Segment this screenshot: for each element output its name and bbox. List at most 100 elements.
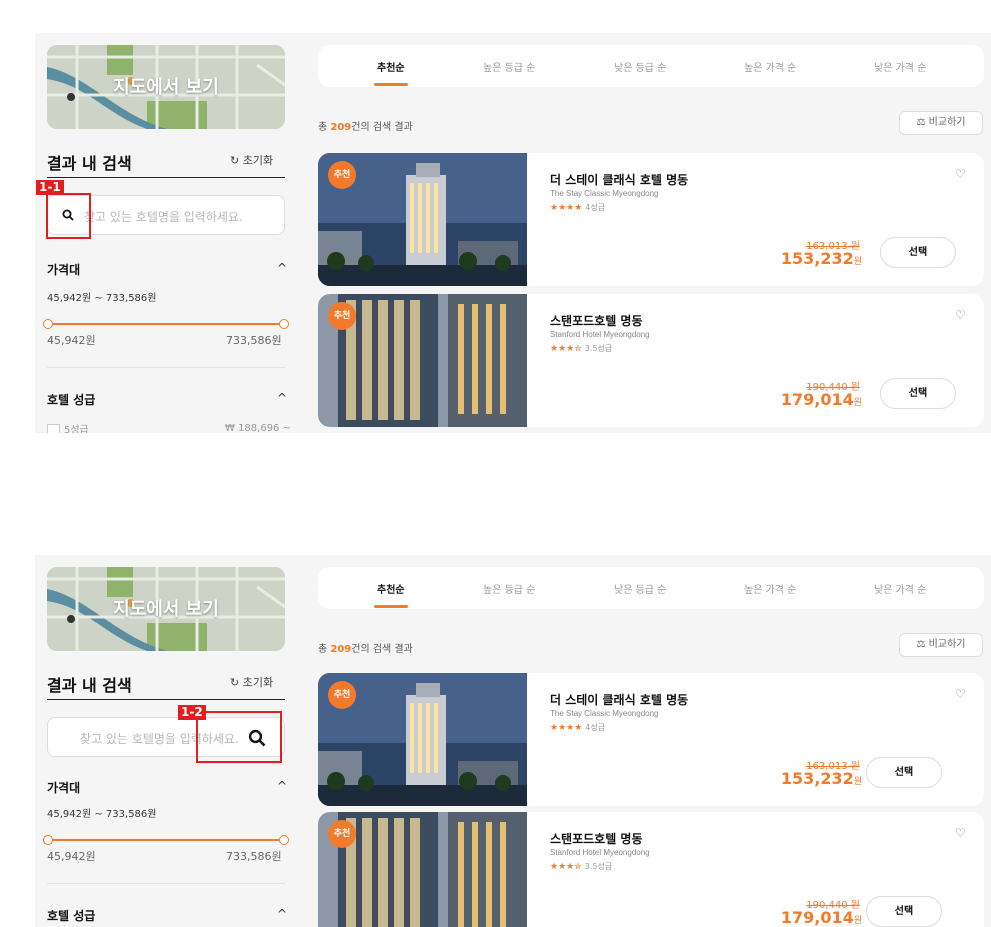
- tab-grade-high[interactable]: 높은 등급 순: [483, 59, 535, 74]
- price-max-label: 733,586원: [226, 334, 282, 347]
- hotel-card[interactable]: 추천 더 스테이 클래식 호텔 명동 The Stay Classic Myeo…: [318, 673, 984, 806]
- star-icons: ★★★✮: [550, 344, 582, 354]
- hotel-grade: 4성급: [585, 723, 606, 732]
- hotel-search-panel-1: 지도에서 보기 결과 내 검색 ↻ 초기화 찾고 있는 호텔명을 입력하세요. …: [35, 33, 991, 433]
- price-slider-max-handle[interactable]: [279, 835, 289, 845]
- map-view-label: 지도에서 보기: [113, 599, 219, 620]
- grade-section-title: 호텔 성급: [47, 909, 96, 923]
- price-min-label: 45,942원: [47, 850, 96, 863]
- hotel-card[interactable]: 추천 스탠포드호텔 명동 Stanford Hotel Myeongdong ★…: [318, 812, 984, 927]
- sort-tabs: 추천순 높은 등급 순 낮은 등급 순 높은 가격 순 낮은 가격 순: [318, 567, 984, 609]
- refresh-icon: ↻: [230, 676, 240, 689]
- annotation-label-1-1: 1-1: [36, 180, 64, 195]
- result-count: 총 209건의 검색 결과: [318, 644, 413, 655]
- select-button[interactable]: 선택: [880, 237, 956, 268]
- tab-price-low[interactable]: 낮은 가격 순: [874, 59, 926, 74]
- hotel-name-en: The Stay Classic Myeongdong: [550, 189, 659, 198]
- hotel-name-en: The Stay Classic Myeongdong: [550, 709, 659, 718]
- sort-tabs: 추천순 높은 등급 순 낮은 등급 순 높은 가격 순 낮은 가격 순: [318, 45, 984, 87]
- hotel-photo: 추천: [318, 153, 527, 286]
- price-slider[interactable]: [43, 835, 289, 845]
- tab-grade-low[interactable]: 낮은 등급 순: [614, 59, 666, 74]
- hotel-name: 스탠포드호텔 명동: [550, 832, 643, 846]
- hotel-card[interactable]: 추천 더 스테이 클래식 호텔 명동 The Stay Classic Myeo…: [318, 153, 984, 286]
- sale-price: 153,232원: [780, 769, 862, 788]
- map-view-label: 지도에서 보기: [113, 77, 219, 98]
- hotel-rating: ★★★★ 4성급: [550, 722, 605, 733]
- tab-grade-high[interactable]: 높은 등급 순: [483, 581, 535, 596]
- tab-grade-low[interactable]: 낮은 등급 순: [614, 581, 666, 596]
- chevron-up-icon[interactable]: ^: [277, 779, 287, 793]
- price-range-text: 45,942원 ~ 733,586원: [47, 809, 157, 820]
- hotel-card[interactable]: 추천 스탠포드호텔 명동 Stanford Hotel Myeongdong ★…: [318, 294, 984, 427]
- annotation-box-1-1: [46, 193, 91, 239]
- price-section-title: 가격대: [47, 263, 81, 277]
- active-tab-indicator: [374, 605, 408, 608]
- hotel-name-en: Stanford Hotel Myeongdong: [550, 330, 650, 339]
- sale-price: 179,014원: [780, 908, 862, 927]
- hotel-photo: 추천: [318, 294, 527, 427]
- price-min-label: 45,942원: [47, 334, 96, 347]
- select-button[interactable]: 선택: [866, 757, 942, 788]
- chevron-up-icon[interactable]: ^: [277, 907, 287, 921]
- reset-button[interactable]: ↻ 초기화: [230, 152, 273, 168]
- star-icons: ★★★✮: [550, 862, 582, 872]
- result-count: 총 209건의 검색 결과: [318, 122, 413, 133]
- heart-icon[interactable]: ♡: [955, 687, 966, 701]
- hotel-photo: 추천: [318, 673, 527, 806]
- heart-icon[interactable]: ♡: [955, 308, 966, 322]
- compare-button[interactable]: ⚖ 비교하기: [899, 633, 983, 657]
- map-view-button[interactable]: 지도에서 보기: [47, 567, 285, 651]
- hotel-rating: ★★★✮ 3.5성급: [550, 343, 612, 354]
- star-icons: ★★★★: [550, 203, 583, 213]
- hotel-search-panel-2: 지도에서 보기 결과 내 검색 ↻ 초기화 찾고 있는 호텔명을 입력하세요. …: [35, 555, 991, 927]
- grade-section-title: 호텔 성급: [47, 393, 96, 407]
- result-count-number: 209: [330, 122, 352, 133]
- select-button[interactable]: 선택: [880, 378, 956, 409]
- price-slider-min-handle[interactable]: [43, 835, 53, 845]
- scale-icon: ⚖: [916, 117, 926, 128]
- hotel-name: 스탠포드호텔 명동: [550, 314, 643, 328]
- checkbox[interactable]: [47, 423, 60, 433]
- star-icons: ★★★★: [550, 723, 583, 733]
- map-view-button[interactable]: 지도에서 보기: [47, 45, 285, 129]
- grade-option-price: ₩ 188,696 ~: [225, 423, 291, 433]
- chevron-up-icon[interactable]: ^: [277, 391, 287, 405]
- hotel-rating: ★★★★ 4성급: [550, 202, 605, 213]
- tab-price-high[interactable]: 높은 가격 순: [744, 581, 796, 596]
- chevron-up-icon[interactable]: ^: [277, 261, 287, 275]
- price-section-title: 가격대: [47, 781, 81, 795]
- select-button[interactable]: 선택: [866, 896, 942, 927]
- section-divider: [47, 367, 285, 368]
- sidebar-title-divider: [47, 177, 285, 178]
- compare-label: 비교하기: [928, 117, 966, 128]
- compare-button[interactable]: ⚖ 비교하기: [899, 111, 983, 135]
- tab-price-low[interactable]: 낮은 가격 순: [874, 581, 926, 596]
- recommended-badge: 추천: [328, 820, 356, 848]
- hotel-rating: ★★★✮ 3.5성급: [550, 861, 612, 872]
- search-placeholder: 찾고 있는 호텔명을 입력하세요.: [84, 210, 243, 224]
- hotel-grade: 3.5성급: [584, 862, 613, 871]
- recommended-badge: 추천: [328, 161, 356, 189]
- hotel-photo: 추천: [318, 812, 527, 927]
- grade-option-5star[interactable]: 5성급: [47, 421, 89, 433]
- heart-icon[interactable]: ♡: [955, 167, 966, 181]
- reset-label: 초기화: [242, 154, 274, 167]
- price-range-text: 45,942원 ~ 733,586원: [47, 293, 157, 304]
- heart-icon[interactable]: ♡: [955, 826, 966, 840]
- annotation-box-1-2: [196, 711, 282, 763]
- sale-price: 179,014원: [780, 390, 862, 409]
- tab-recommended[interactable]: 추천순: [377, 581, 405, 596]
- sidebar-title: 결과 내 검색: [47, 154, 132, 173]
- result-count-number: 209: [330, 644, 352, 655]
- tab-price-high[interactable]: 높은 가격 순: [744, 59, 796, 74]
- sidebar-title: 결과 내 검색: [47, 676, 132, 695]
- section-divider: [47, 883, 285, 884]
- reset-button[interactable]: ↻ 초기화: [230, 674, 273, 690]
- price-slider[interactable]: [43, 319, 289, 329]
- hotel-name: 더 스테이 클래식 호텔 명동: [550, 173, 689, 187]
- tab-recommended[interactable]: 추천순: [377, 59, 405, 74]
- price-slider-min-handle[interactable]: [43, 319, 53, 329]
- active-tab-indicator: [374, 83, 408, 86]
- price-slider-max-handle[interactable]: [279, 319, 289, 329]
